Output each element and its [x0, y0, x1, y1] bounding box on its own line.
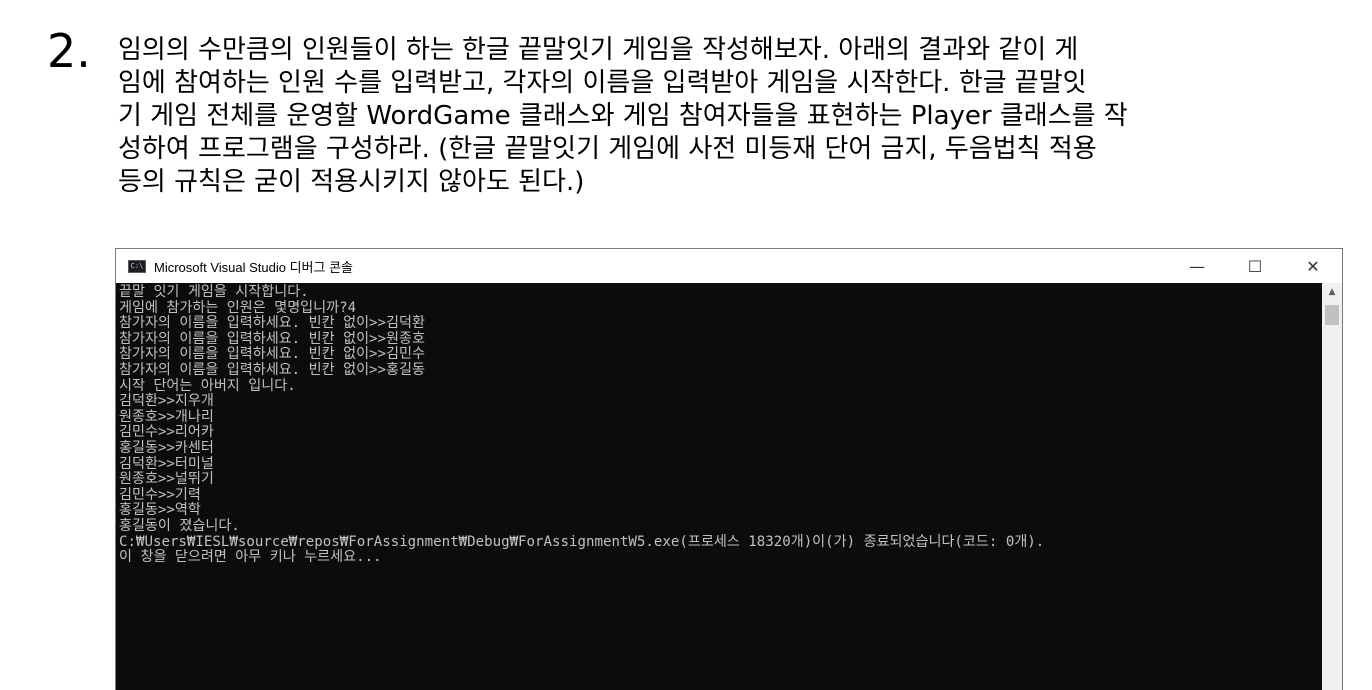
console-line: 참가자의 이름을 입력하세요. 빈칸 없이>>원종호: [119, 330, 425, 347]
console-line: 시작 단어는 아버지 입니다.: [119, 377, 296, 394]
question-line: 임의의 수만큼의 인원들이 하는 한글 끝말잇기 게임을 작성해보자. 아래의 …: [118, 35, 1079, 65]
console-line: 김민수>>리어카: [119, 424, 214, 441]
console-line: 참가자의 이름을 입력하세요. 빈칸 없이>>김민수: [119, 346, 425, 363]
console-line: 이 창을 닫으려면 아무 키나 누르세요...: [119, 549, 382, 566]
console-output[interactable]: 끝말 잇기 게임을 시작합니다. 게임에 참가하는 인원은 몇명입니까?4 참가…: [116, 283, 1322, 690]
scroll-up-arrow-icon[interactable]: ▲: [1322, 283, 1342, 301]
question-text: 임의의 수만큼의 인원들이 하는 한글 끝말잇기 게임을 작성해보자. 아래의 …: [118, 34, 1313, 199]
console-line: 참가자의 이름을 입력하세요. 빈칸 없이>>홍길동: [119, 361, 425, 378]
console-line: 게임에 참가하는 인원은 몇명입니까?4: [119, 299, 357, 316]
console-line: C:₩Users₩IESL₩source₩repos₩ForAssignment…: [119, 533, 1045, 550]
console-line: 김덕환>>터미널: [119, 455, 214, 472]
console-line: 김민수>>기력: [119, 486, 201, 503]
window-title: Microsoft Visual Studio 디버그 콘솔: [154, 259, 354, 275]
console-line: 홍길동이 졌습니다.: [119, 517, 240, 534]
maximize-button[interactable]: ☐: [1226, 249, 1284, 283]
window-controls: — ☐ ✕: [1168, 249, 1342, 283]
console-line: 참가자의 이름을 입력하세요. 빈칸 없이>>김덕환: [119, 315, 425, 332]
minimize-button[interactable]: —: [1168, 249, 1226, 283]
question-number: 2.: [47, 24, 91, 78]
console-app-icon: C:\: [128, 259, 146, 273]
console-line: 끝말 잇기 게임을 시작합니다.: [119, 284, 309, 300]
question-line: 성하여 프로그램을 구성하라. (한글 끝말잇기 게임에 사전 미등재 단어 금…: [118, 134, 1097, 164]
scroll-thumb[interactable]: [1325, 305, 1339, 325]
console-line: 홍길동>>역학: [119, 502, 201, 519]
console-line: 김덕환>>지우개: [119, 393, 214, 410]
question-line: 임에 참여하는 인원 수를 입력받고, 각자의 이름을 입력받아 게임을 시작한…: [118, 68, 1087, 98]
question-line: 등의 규칙은 굳이 적용시키지 않아도 된다.): [118, 167, 585, 197]
question-line: 기 게임 전체를 운영할 WordGame 클래스와 게임 참여자들을 표현하는…: [118, 101, 1128, 131]
console-line: 원종호>>개나리: [119, 408, 214, 425]
vertical-scrollbar[interactable]: ▲: [1322, 283, 1342, 690]
title-bar[interactable]: C:\ Microsoft Visual Studio 디버그 콘솔 — ☐ ✕: [116, 249, 1342, 283]
console-line: 홍길동>>카센터: [119, 439, 214, 456]
console-line: 원종호>>널뛰기: [119, 471, 214, 488]
console-window: C:\ Microsoft Visual Studio 디버그 콘솔 — ☐ ✕…: [115, 248, 1343, 690]
close-button[interactable]: ✕: [1284, 249, 1342, 283]
